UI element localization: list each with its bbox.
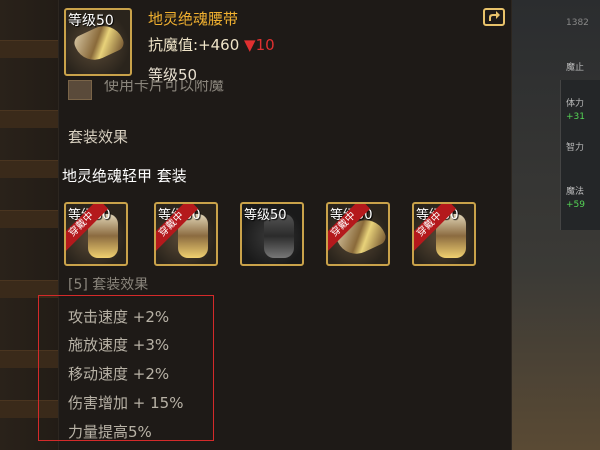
bg-list-row [0,160,60,178]
stat-down-arrow: ▼ [244,36,256,54]
bg-stat-value: +31 [566,112,585,122]
item-stat-line: 抗魔值:+460 ▼10 [148,34,275,55]
set-bonus: 移动速度 +2% [68,365,170,383]
bg-number: 1382 [566,18,589,28]
set-effect-title: 套装效果 [68,128,129,146]
item-level-badge: 等级50 [68,13,114,29]
bg-stat-label: 魔法 [566,187,585,197]
item-name: 地灵绝魂腰带 [148,10,239,28]
bg-list-row [0,110,60,128]
set-piece-icon[interactable]: 等级50 穿戴中 [154,202,218,266]
set-bonus: 攻击速度 +2% [68,308,170,326]
bg-stat-label: 智力 [566,143,585,153]
share-icon[interactable] [483,8,505,26]
set-piece-level: 等级50 [244,208,287,223]
stat-value: +460 [198,36,240,54]
usage-row: 使用卡片可以附魔 [68,80,488,100]
set-piece-icon[interactable]: 等级50 穿戴中 [326,202,390,266]
usage-text: 使用卡片可以附魔 [104,80,225,94]
bg-stat-label: 魔止 [566,63,585,73]
set-name: 地灵绝魂轻甲 套装 [62,167,187,185]
stat-change: 10 [255,36,275,54]
set-bonus: 力量提高5% [68,423,152,441]
set-piece-icon[interactable]: 等级50 穿戴中 [64,202,128,266]
set-count-line: [5] 套装效果 [68,277,149,293]
card-slot-icon [68,80,92,100]
bg-list-row [0,40,60,58]
set-bonus: 施放速度 +3% [68,336,170,354]
bg-stat-value: +59 [566,200,585,210]
stat-label: 抗魔值: [148,36,199,54]
set-piece-icon[interactable]: 等级50 [240,202,304,266]
bg-stat-label: 体力 [566,99,585,109]
bg-list-row [0,210,60,228]
set-piece-icon[interactable]: 等级50 穿戴中 [412,202,476,266]
item-icon[interactable]: 等级50 [64,8,132,76]
set-bonus: 伤害增加 + 15% [68,394,184,412]
